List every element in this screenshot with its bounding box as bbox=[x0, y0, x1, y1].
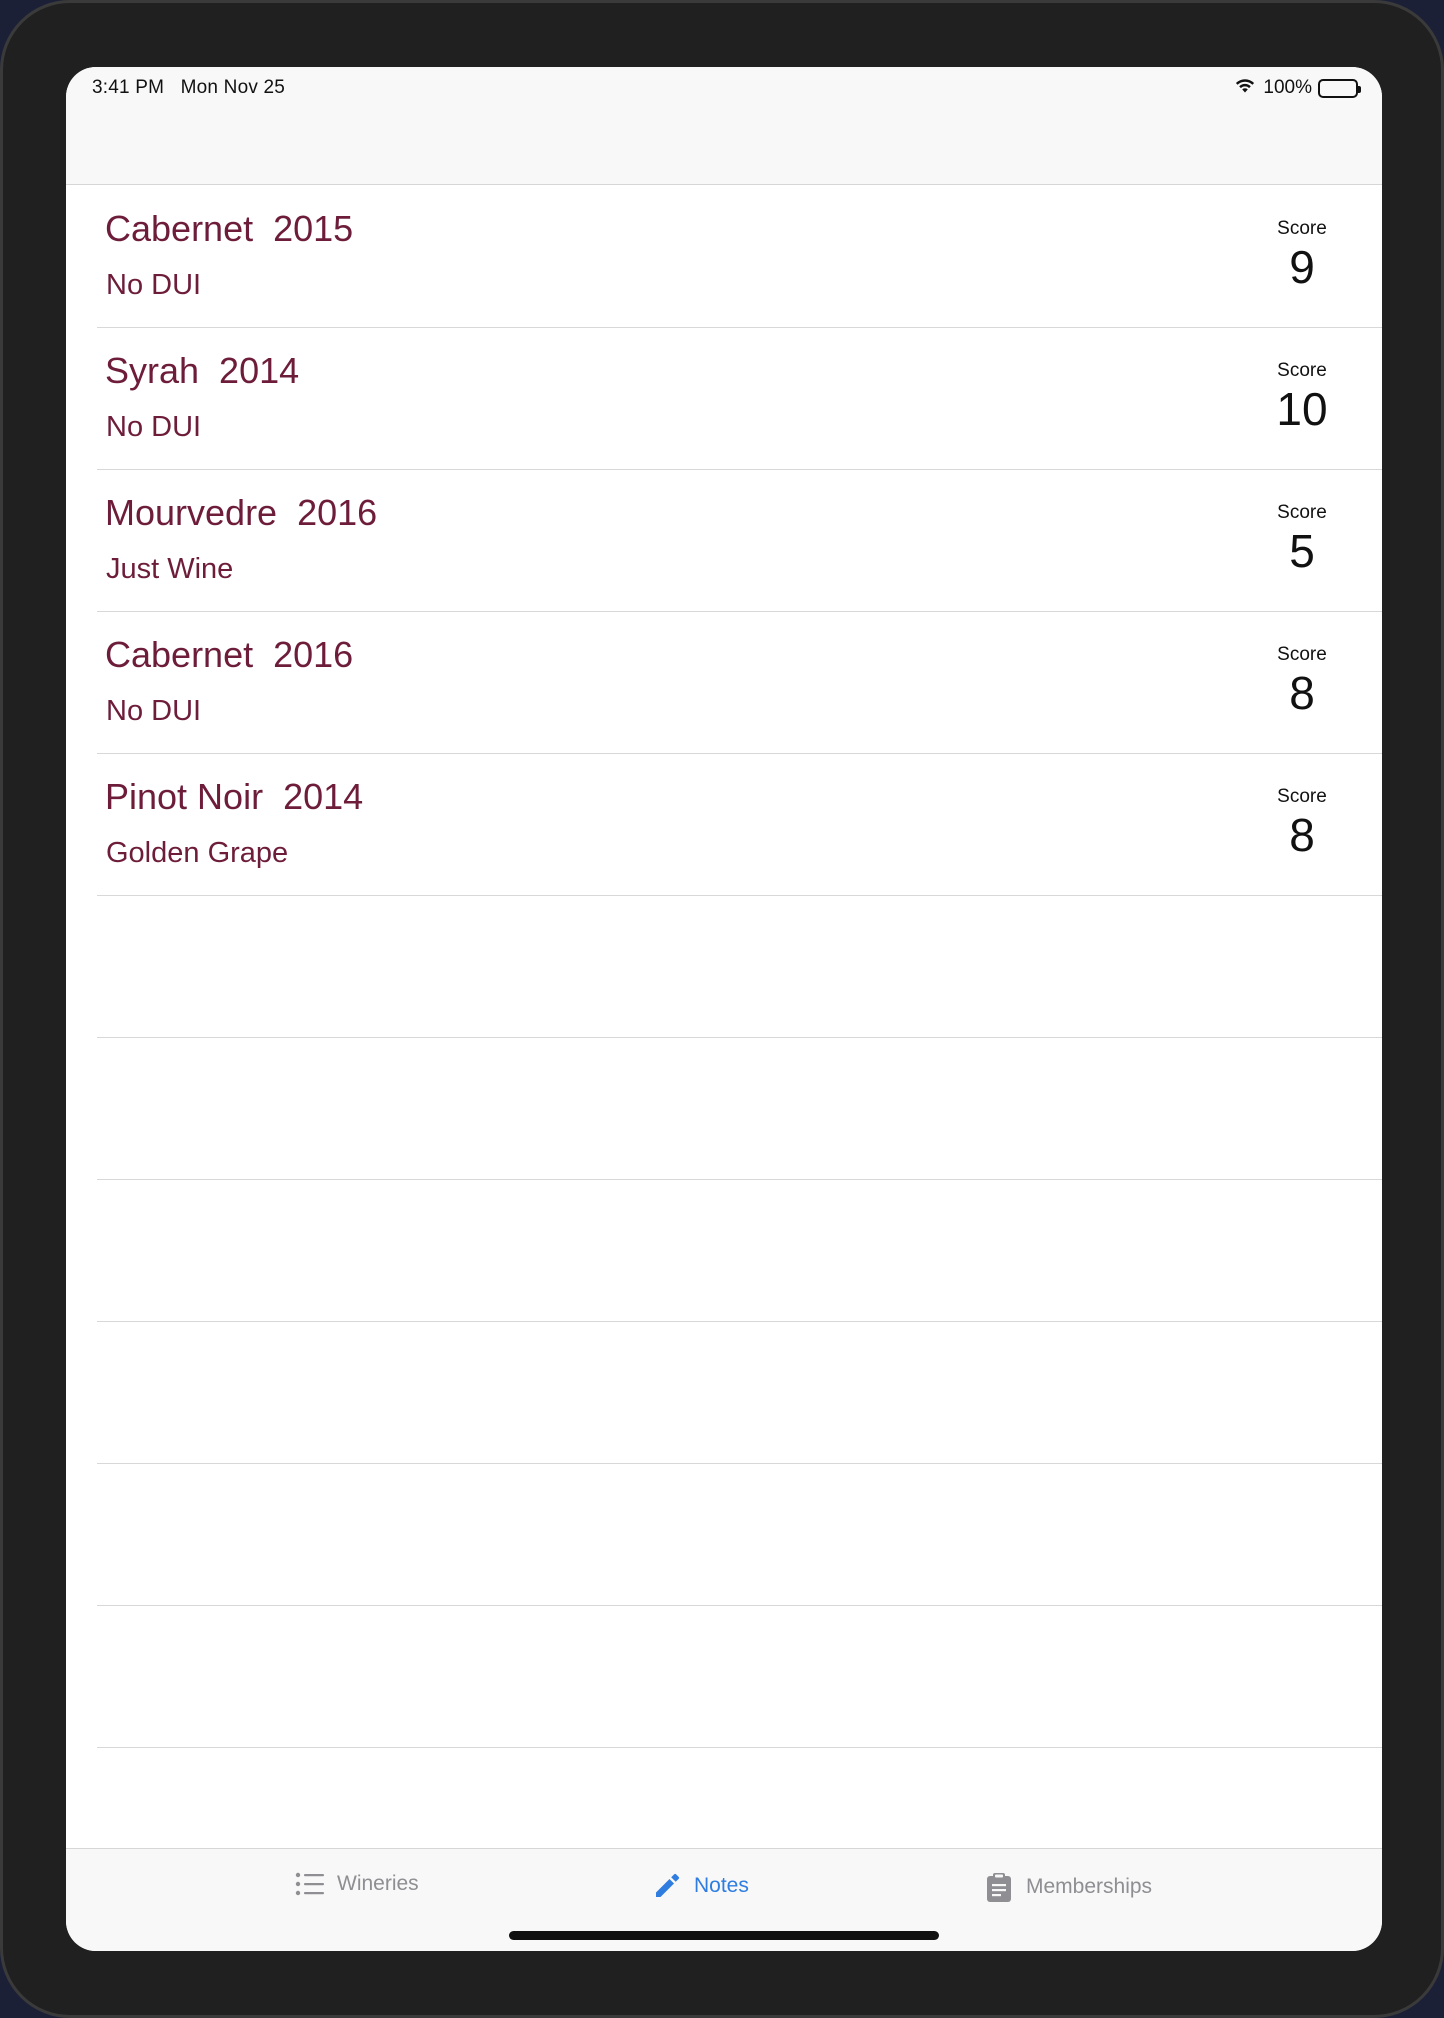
wine-name: Cabernet 2015 bbox=[105, 208, 354, 249]
score-label: Score bbox=[1277, 644, 1327, 665]
empty-row bbox=[66, 1180, 1382, 1322]
empty-row bbox=[66, 896, 1382, 1038]
note-row[interactable]: Syrah 2014 No DUI Score 10 bbox=[66, 328, 1382, 470]
notes-list[interactable]: Cabernet 2015 No DUI Score 9 Syrah 2014 … bbox=[66, 186, 1382, 1748]
tab-notes-label: Notes bbox=[694, 1874, 749, 1897]
tab-memberships-label: Memberships bbox=[1026, 1875, 1153, 1898]
clipboard-icon bbox=[984, 1871, 1014, 1903]
battery-icon bbox=[1318, 78, 1361, 98]
wine-name: Cabernet 2016 bbox=[105, 634, 354, 675]
note-row[interactable]: Cabernet 2015 No DUI Score 9 bbox=[66, 186, 1382, 328]
battery-percent: 100% bbox=[1263, 77, 1312, 98]
tab-wineries-label: Wineries bbox=[337, 1872, 419, 1895]
tab-bar: Wineries Notes Memberships bbox=[66, 1848, 1382, 1951]
empty-row bbox=[66, 1038, 1382, 1180]
tab-memberships[interactable]: Memberships bbox=[984, 1871, 1152, 1903]
note-row[interactable]: Pinot Noir 2014 Golden Grape Score 8 bbox=[66, 754, 1382, 896]
score-value: 5 bbox=[1289, 525, 1315, 577]
score-label: Score bbox=[1277, 502, 1327, 523]
pencil-icon bbox=[652, 1871, 682, 1901]
status-time-date: 3:41 PM Mon Nov 25 bbox=[92, 77, 285, 99]
tab-notes[interactable]: Notes bbox=[652, 1871, 749, 1901]
wine-name: Mourvedre 2016 bbox=[105, 492, 378, 533]
empty-row bbox=[66, 1322, 1382, 1464]
score-value: 9 bbox=[1289, 241, 1315, 293]
tab-wineries[interactable]: Wineries bbox=[295, 1871, 419, 1897]
status-indicators: 100% bbox=[1233, 76, 1361, 100]
score-value: 8 bbox=[1289, 667, 1315, 719]
score-value: 10 bbox=[1276, 383, 1328, 435]
winery-name: No DUI bbox=[106, 411, 202, 443]
empty-row bbox=[66, 1606, 1382, 1748]
score-label: Score bbox=[1277, 218, 1327, 239]
score-value: 8 bbox=[1289, 809, 1315, 861]
status-time: 3:41 PM bbox=[92, 77, 165, 98]
wifi-icon bbox=[1233, 76, 1257, 100]
list-icon bbox=[295, 1871, 325, 1897]
winery-name: No DUI bbox=[106, 695, 202, 727]
status-bar: 3:41 PM Mon Nov 25 100% bbox=[66, 67, 1382, 185]
note-row[interactable]: Mourvedre 2016 Just Wine Score 5 bbox=[66, 470, 1382, 612]
note-row[interactable]: Cabernet 2016 No DUI Score 8 bbox=[66, 612, 1382, 754]
app-screen: 3:41 PM Mon Nov 25 100% Cabernet 2015 No… bbox=[66, 67, 1382, 1951]
winery-name: Just Wine bbox=[106, 553, 234, 585]
score-label: Score bbox=[1277, 360, 1327, 381]
empty-row bbox=[66, 1464, 1382, 1606]
wine-name: Pinot Noir 2014 bbox=[105, 776, 364, 817]
home-indicator[interactable] bbox=[509, 1931, 939, 1940]
score-label: Score bbox=[1277, 786, 1327, 807]
status-date: Mon Nov 25 bbox=[180, 77, 286, 98]
device-frame: 3:41 PM Mon Nov 25 100% Cabernet 2015 No… bbox=[0, 0, 1444, 2018]
wine-name: Syrah 2014 bbox=[105, 350, 300, 391]
winery-name: No DUI bbox=[106, 269, 202, 301]
winery-name: Golden Grape bbox=[106, 837, 289, 869]
